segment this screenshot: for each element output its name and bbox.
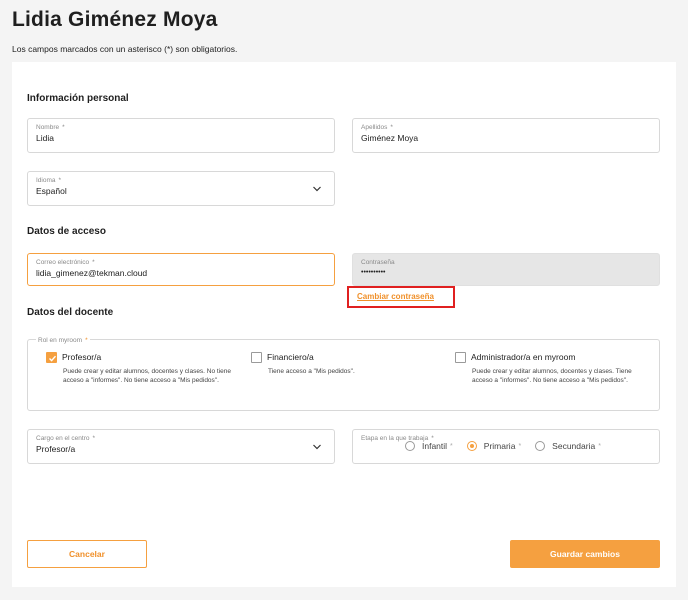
radio-label: Primaria (483, 441, 516, 451)
role-option-label: Financiero/a (267, 352, 314, 362)
chevron-down-icon (313, 186, 321, 192)
radio-infantil[interactable] (405, 441, 415, 451)
role-option-description: Tiene acceso a "Mis pedidos". (268, 368, 355, 375)
chevron-down-icon (313, 444, 321, 450)
apellidos-value: Giménez Moya (361, 133, 419, 143)
etapa-field: Etapa en la que trabaja * Infantil * Prim… (352, 429, 660, 464)
change-password-link[interactable]: Cambiar contraseña (357, 292, 434, 301)
password-label: Contraseña (361, 259, 395, 266)
required-fields-note: Los campos marcados con un asterisco (*)… (12, 44, 238, 54)
section-personal-heading: Información personal (27, 93, 129, 104)
idioma-value: Español (36, 186, 67, 196)
checkbox-icon[interactable] (455, 352, 466, 363)
radio-primaria[interactable] (466, 441, 477, 451)
role-option-label: Administrador/a en myroom (471, 352, 576, 362)
etapa-radio-group: Infantil * Primaria * Secundaria * (405, 441, 615, 451)
save-button[interactable]: Guardar cambios (510, 540, 660, 568)
radio-secundaria[interactable] (535, 441, 546, 451)
nombre-label: Nombre * (36, 124, 65, 131)
apellidos-field[interactable]: Apellidos * Giménez Moya (352, 118, 660, 153)
role-group: Rol en myroom * Profesor/a Puede crear y … (27, 337, 660, 411)
page-title: Lidia Giménez Moya (12, 8, 218, 31)
checkbox-checked-icon[interactable] (46, 352, 57, 363)
cargo-value: Profesor/a (36, 444, 76, 454)
section-access-heading: Datos de acceso (27, 226, 106, 237)
section-teacher-heading: Datos del docente (27, 307, 114, 318)
role-label: Rol en myroom * (36, 337, 90, 344)
idioma-select[interactable]: Idioma * Español (27, 171, 335, 206)
radio-label: Secundaria (552, 441, 596, 451)
email-value: lidia_gimenez@tekman.cloud (36, 268, 148, 278)
password-value: •••••••••• (361, 269, 386, 276)
radio-label: Infantil (422, 441, 448, 451)
cargo-label: Cargo en el centro * (36, 435, 96, 442)
email-field[interactable]: Correo electrónico * lidia_gimenez@tekman… (27, 253, 335, 286)
role-option-label: Profesor/a (62, 352, 102, 362)
email-label: Correo electrónico * (36, 259, 95, 266)
password-field: Contraseña •••••••••• (352, 253, 660, 286)
nombre-value: Lidia (36, 133, 54, 143)
idioma-label: Idioma * (36, 177, 62, 184)
role-option-description: Puede crear y editar alumnos, docentes y… (472, 368, 632, 384)
apellidos-label: Apellidos * (361, 124, 393, 131)
checkbox-icon[interactable] (251, 352, 262, 363)
cancel-button[interactable]: Cancelar (27, 540, 147, 568)
role-option-description: Puede crear y editar alumnos, docentes y… (63, 368, 232, 384)
nombre-field[interactable]: Nombre * Lidia (27, 118, 335, 153)
cargo-select[interactable]: Cargo en el centro * Profesor/a (27, 429, 335, 464)
